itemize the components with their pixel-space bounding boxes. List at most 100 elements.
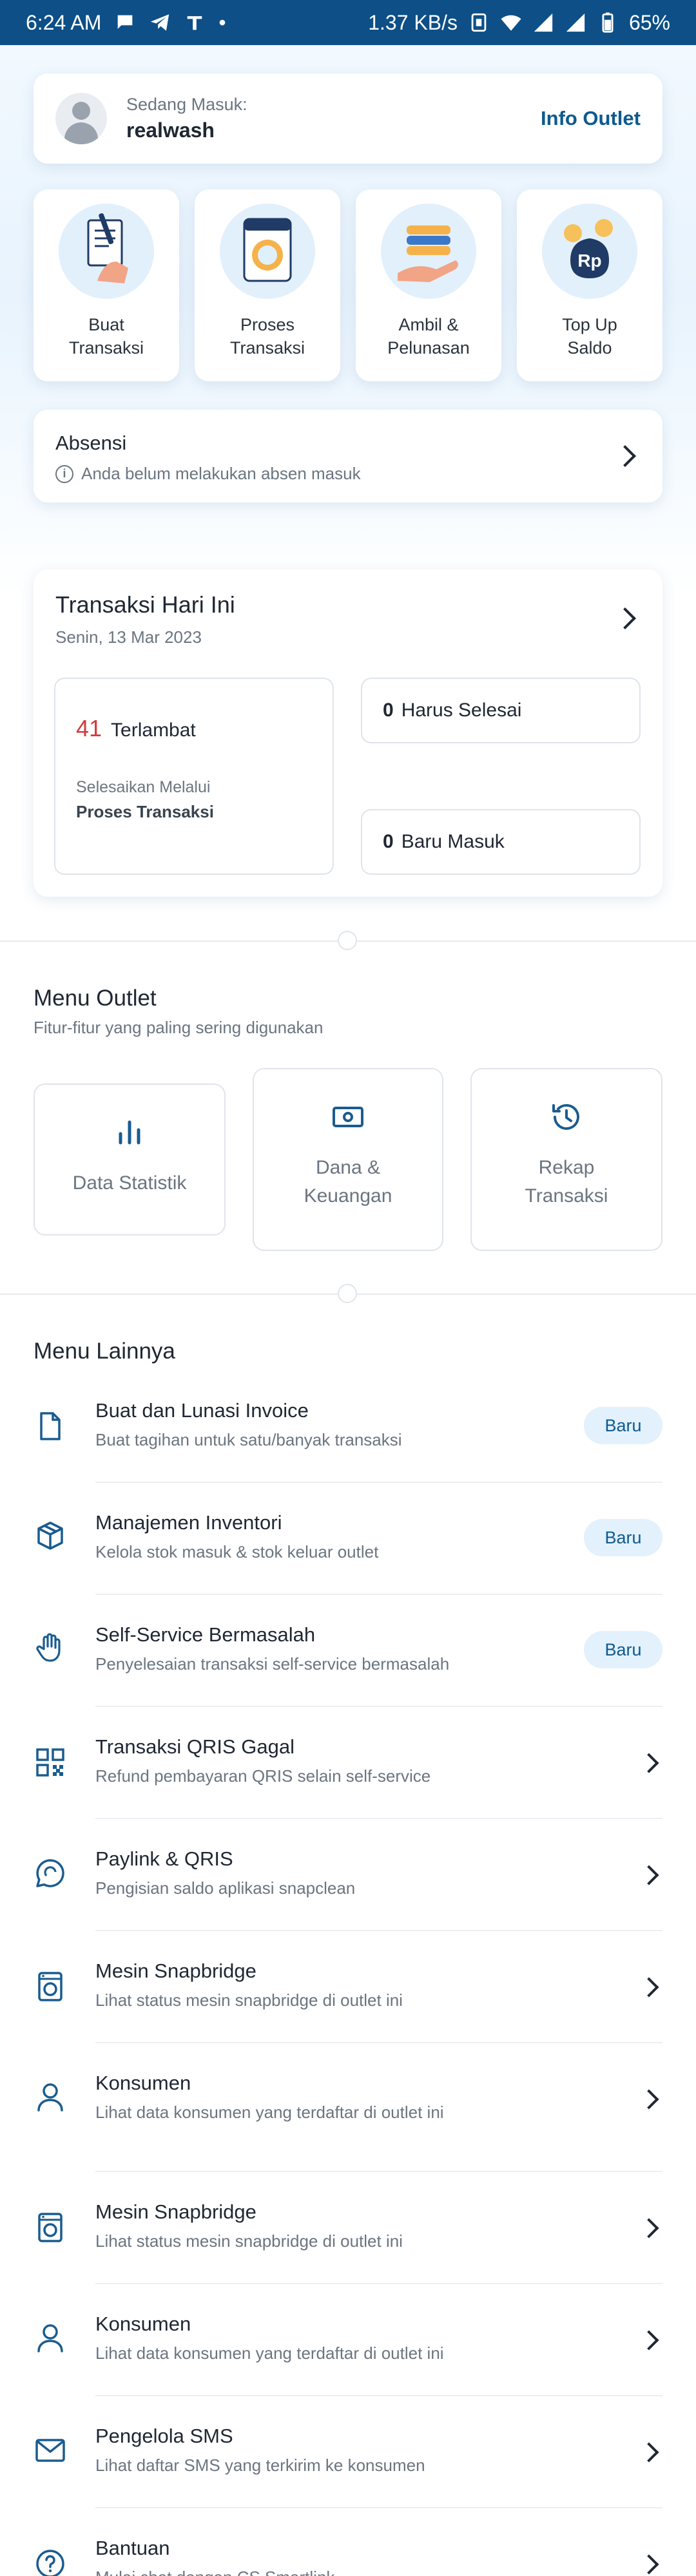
status-time: 6:24 AM xyxy=(26,10,102,34)
folded-laundry-icon xyxy=(381,204,476,299)
menu-item-konsumen[interactable]: Konsumen Lihat data konsumen yang terdaf… xyxy=(0,2284,696,2396)
new-transactions-box[interactable]: 0 Baru Masuk xyxy=(361,809,641,875)
login-username: realwash xyxy=(126,119,215,142)
menu-outlet-subtitle: Fitur-fitur yang paling sering digunakan xyxy=(34,1018,324,1037)
tile-label: Top Up Saldo xyxy=(562,315,617,358)
washing-machine-icon xyxy=(220,204,315,299)
wifi-icon xyxy=(501,15,521,31)
network-speed: 1.37 KB/s xyxy=(368,10,458,34)
mail-icon xyxy=(35,2439,65,2462)
outlet-item-label: Dana & Keuangan xyxy=(304,1157,392,1207)
chat-notification-icon xyxy=(118,15,133,29)
washing-machine-icon xyxy=(38,1972,63,2001)
absensi-title: Absensi xyxy=(55,432,127,454)
menu-item-subtitle: Lihat daftar SMS yang terkirim ke konsum… xyxy=(95,2456,425,2475)
menu-item-title: Bantuan xyxy=(95,2537,170,2559)
tile-label: Ambil & Pelunasan xyxy=(387,315,470,358)
chevron-right-icon xyxy=(639,2218,659,2238)
hand-stop-icon xyxy=(36,1633,61,1662)
app-notification-icon xyxy=(188,16,202,30)
menu-item-mesin-snapbridge[interactable]: Mesin Snapbridge Lihat status mesin snap… xyxy=(0,2172,696,2284)
chevron-right-icon xyxy=(639,2089,659,2110)
chevron-right-icon xyxy=(639,1865,659,1885)
bar-chart-icon xyxy=(119,1120,140,1145)
late-hint: Selesaikan Melalui xyxy=(76,778,211,796)
menu-item-subtitle: Refund pembayaran QRIS selain self-servi… xyxy=(95,1766,431,1786)
menu-item-title: Transaksi QRIS Gagal xyxy=(95,1735,295,1758)
menu-item-pengelola-sms[interactable]: Pengelola SMS Lihat daftar SMS yang terk… xyxy=(0,2396,696,2508)
late-transactions-box[interactable]: 41 Terlambat Selesaikan Melalui Proses T… xyxy=(54,678,334,875)
menu-item-subtitle: Mulai chat dengan CS Smartlink xyxy=(95,2568,334,2576)
tile-label: Buat Transaksi xyxy=(68,315,144,358)
outlet-data-statistik[interactable]: Data Statistik xyxy=(34,1083,226,1236)
signal-icon xyxy=(534,13,553,32)
washing-machine-icon xyxy=(38,2213,63,2242)
absensi-card[interactable]: Absensi i Anda belum melakukan absen mas… xyxy=(34,410,662,502)
menu-outlet-title: Menu Outlet xyxy=(34,986,157,1011)
new-count: 0 xyxy=(383,831,394,852)
late-count: 41 xyxy=(76,715,102,741)
tile-label: Proses Transaksi xyxy=(229,315,305,358)
menu-item-title: Konsumen xyxy=(95,2313,191,2335)
info-icon: i xyxy=(55,464,73,483)
signal-2-icon xyxy=(566,13,585,32)
qr-code-icon xyxy=(36,1748,64,1777)
outlet-dana-keuangan[interactable]: Dana & Keuangan xyxy=(253,1068,443,1251)
menu-item-mesin-snapbridge[interactable]: Mesin Snapbridge Lihat status mesin snap… xyxy=(0,1931,696,2043)
must-finish-label: Harus Selesai xyxy=(401,700,522,721)
user-icon xyxy=(37,2083,63,2112)
chevron-right-icon xyxy=(639,2442,659,2463)
menu-item-konsumen[interactable]: Konsumen Lihat data konsumen yang terdaf… xyxy=(0,2043,696,2172)
telegram-icon xyxy=(151,14,169,31)
help-circle-icon xyxy=(36,2550,64,2576)
new-badge: Baru xyxy=(584,1519,662,1556)
battery-percent: 65% xyxy=(628,10,670,34)
tile-buat-transaksi[interactable]: Buat Transaksi xyxy=(34,189,179,381)
chevron-right-icon xyxy=(639,1977,659,1998)
tile-top-up-saldo[interactable]: Rp Top Up Saldo xyxy=(517,189,662,381)
login-label: Sedang Masuk: xyxy=(126,95,247,114)
transaksi-date: Senin, 13 Mar 2023 xyxy=(55,627,202,647)
menu-item-title: Manajemen Inventori xyxy=(95,1511,282,1534)
menu-item-invoice[interactable]: Buat dan Lunasi Invoice Buat tagihan unt… xyxy=(0,1371,696,1483)
absensi-message: Anda belum melakukan absen masuk xyxy=(81,464,361,483)
menu-item-title: Pengelola SMS xyxy=(95,2425,233,2447)
battery-icon xyxy=(602,12,614,33)
box-icon xyxy=(37,1522,63,1550)
menu-item-qris-gagal[interactable]: Transaksi QRIS Gagal Refund pembayaran Q… xyxy=(0,1707,696,1819)
menu-item-subtitle: Lihat status mesin snapbridge di outlet … xyxy=(95,1990,403,2010)
avatar xyxy=(55,93,107,144)
divider-dot xyxy=(338,1284,357,1303)
user-icon xyxy=(37,2324,63,2352)
tile-ambil-pelunasan[interactable]: Ambil & Pelunasan xyxy=(356,189,501,381)
outlet-item-label: Rekap Transaksi xyxy=(525,1157,608,1207)
divider-dot xyxy=(338,931,357,950)
menu-item-subtitle: Lihat data konsumen yang terdaftar di ou… xyxy=(95,2343,444,2363)
menu-item-subtitle: Kelola stok masuk & stok keluar outlet xyxy=(95,1542,379,1561)
menu-item-inventori[interactable]: Manajemen Inventori Kelola stok masuk & … xyxy=(0,1483,696,1595)
new-badge: Baru xyxy=(584,1407,662,1444)
status-bar: 6:24 AM • 1.37 KB/s 65% xyxy=(0,0,696,45)
document-icon xyxy=(40,1412,61,1440)
must-finish-box[interactable]: 0 Harus Selesai xyxy=(361,678,641,743)
new-badge: Baru xyxy=(584,1631,662,1668)
cash-icon xyxy=(333,1107,363,1127)
create-transaction-icon xyxy=(59,204,154,299)
menu-item-title: Buat dan Lunasi Invoice xyxy=(95,1399,309,1422)
outlet-rekap-transaksi[interactable]: Rekap Transaksi xyxy=(470,1068,662,1251)
transaksi-title: Transaksi Hari Ini xyxy=(55,591,235,618)
menu-item-self-service[interactable]: Self-Service Bermasalah Penyelesaian tra… xyxy=(0,1595,696,1707)
menu-item-title: Paylink & QRIS xyxy=(95,1847,233,1870)
menu-item-bantuan[interactable]: Bantuan Mulai chat dengan CS Smartlink xyxy=(0,2508,696,2576)
tile-proses-transaksi[interactable]: Proses Transaksi xyxy=(195,189,340,381)
chat-bubble-icon xyxy=(36,1859,64,1887)
info-outlet-button[interactable]: Info Outlet xyxy=(541,107,641,130)
menu-lainnya-title: Menu Lainnya xyxy=(34,1339,175,1364)
late-label: Terlambat xyxy=(111,720,196,741)
menu-item-paylink-qris[interactable]: Paylink & QRIS Pengisian saldo aplikasi … xyxy=(0,1819,696,1931)
svg-text:Rp: Rp xyxy=(577,251,601,271)
transaksi-hari-ini-card: Transaksi Hari Ini Senin, 13 Mar 2023 41… xyxy=(34,569,662,897)
menu-item-subtitle: Penyelesaian transaksi self-service berm… xyxy=(95,1654,450,1674)
chevron-right-icon xyxy=(639,2330,659,2351)
late-process-link[interactable]: Proses Transaksi xyxy=(76,802,312,822)
